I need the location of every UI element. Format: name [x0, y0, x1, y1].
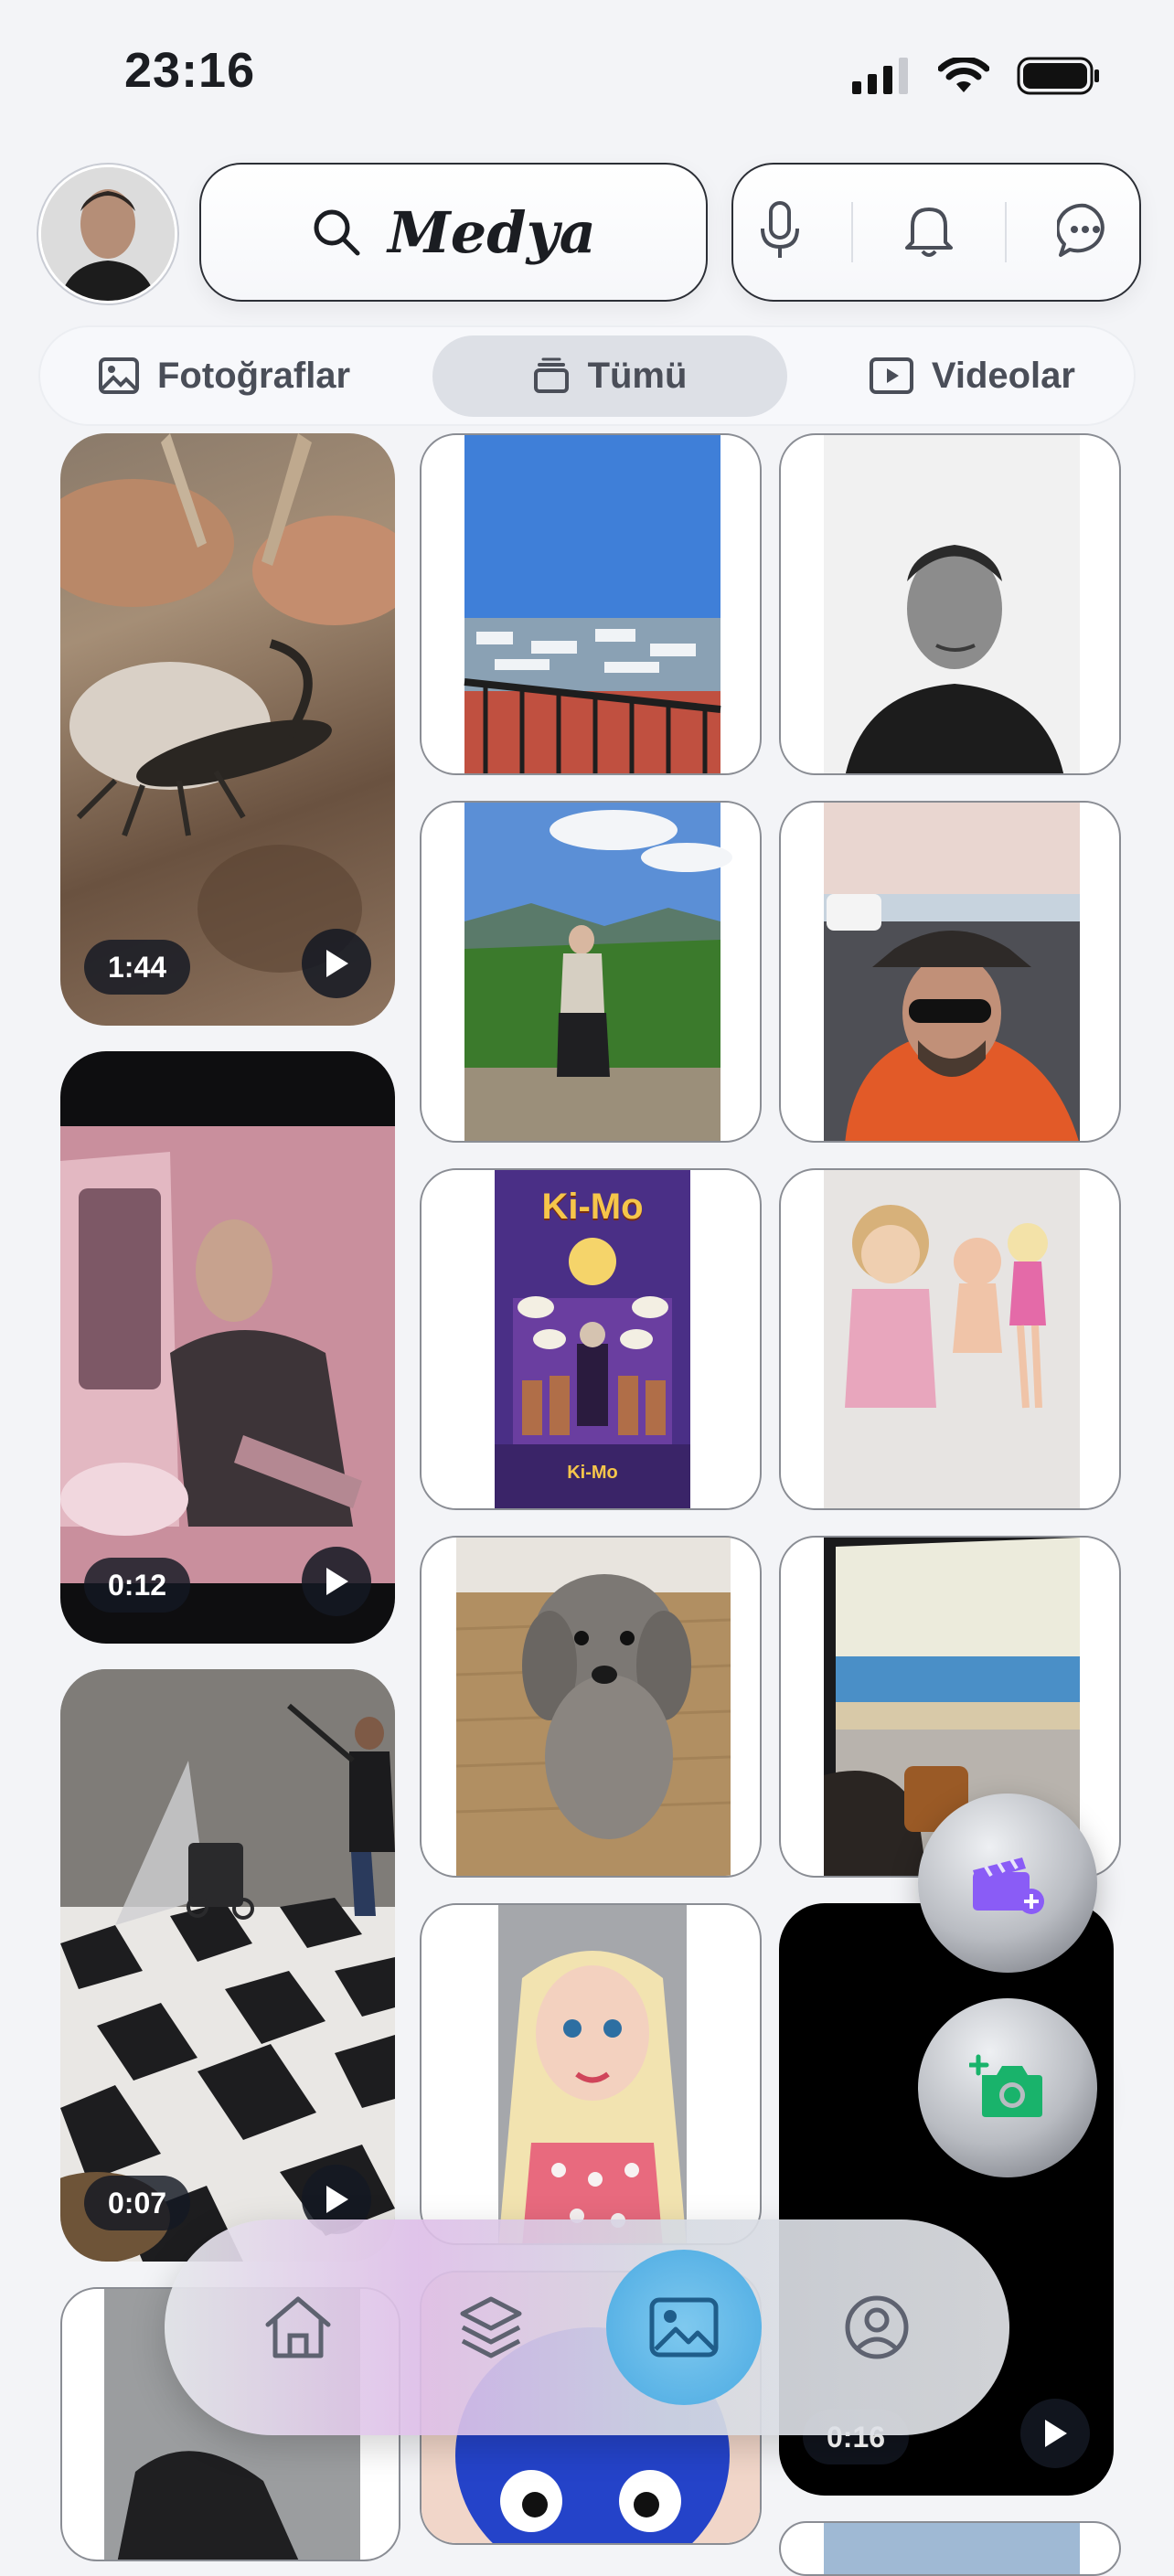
nav-profile[interactable] — [799, 2250, 955, 2405]
battery-icon — [1017, 57, 1099, 95]
bell-icon — [904, 207, 953, 257]
search-bar[interactable]: Medya — [199, 163, 708, 302]
microphone-icon — [760, 200, 799, 258]
photo-thumbnail — [464, 803, 732, 1141]
play-icon — [326, 1568, 348, 1595]
poster-footer: Ki-Mo — [567, 1463, 618, 1483]
header-actions — [731, 163, 1141, 302]
status-icons — [852, 57, 1101, 95]
create-video-button[interactable] — [918, 1794, 1097, 1973]
media-photo-tile[interactable] — [420, 1536, 762, 1878]
status-time: 23:16 — [124, 43, 256, 98]
media-video-tile[interactable]: 1:44 — [60, 433, 395, 1026]
play-button[interactable] — [1020, 2399, 1090, 2468]
tab-videos[interactable]: Videolar — [833, 337, 1112, 415]
divider — [1005, 202, 1008, 262]
photo-thumbnail — [824, 2523, 1080, 2574]
chat-bubble-icon — [1055, 203, 1105, 257]
play-button[interactable] — [302, 1547, 371, 1616]
tab-all[interactable]: Tümü — [432, 335, 788, 417]
search-icon — [314, 209, 360, 256]
nav-gallery[interactable] — [605, 2250, 762, 2405]
photo-thumbnail — [464, 435, 721, 773]
photo-thumbnail — [824, 1170, 1080, 1508]
play-icon — [326, 2186, 348, 2213]
media-photo-tile[interactable]: Ki-Mo Ki-Mo — [420, 1168, 762, 1510]
media-photo-tile[interactable] — [779, 1168, 1121, 1510]
media-video-tile[interactable]: 0:07 — [60, 1669, 395, 2262]
media-photo-tile[interactable] — [779, 801, 1121, 1143]
media-photo-tile[interactable] — [420, 801, 762, 1143]
play-icon — [326, 950, 348, 977]
photo-thumbnail — [824, 435, 1080, 773]
nav-home[interactable] — [220, 2250, 376, 2405]
avatar-photo — [41, 167, 175, 301]
photo-thumbnail — [455, 1538, 731, 1876]
home-icon — [265, 2296, 330, 2358]
video-duration: 0:07 — [84, 2176, 191, 2230]
add-camera-icon — [969, 2054, 1042, 2117]
gallery-icon — [649, 2297, 718, 2358]
clapperboard-add-icon — [973, 1857, 1044, 1914]
tab-all-label: Tümü — [587, 355, 688, 396]
play-icon — [1045, 2420, 1067, 2447]
tab-photos[interactable]: Fotoğraflar — [62, 337, 387, 415]
microphone-button[interactable] — [759, 200, 801, 264]
camera-button[interactable] — [918, 1998, 1097, 2177]
page-title: Medya — [388, 198, 596, 266]
profile-avatar[interactable] — [38, 165, 177, 303]
video-icon — [869, 357, 913, 394]
nav-collections[interactable] — [413, 2250, 569, 2405]
photo-thumbnail — [498, 1905, 687, 2243]
media-photo-tile[interactable] — [420, 433, 762, 775]
notifications-button[interactable] — [903, 202, 955, 263]
media-filter-tabs: Fotoğraflar Tümü Videolar — [38, 325, 1136, 426]
divider — [850, 202, 853, 262]
poster-title: Ki-Mo — [541, 1187, 644, 1227]
video-duration: 1:44 — [84, 940, 191, 995]
layers-icon — [460, 2296, 521, 2358]
play-button[interactable] — [302, 929, 371, 998]
media-video-tile[interactable]: 0:12 — [60, 1051, 395, 1644]
bottom-navigation — [165, 2219, 1009, 2435]
image-icon — [99, 357, 139, 394]
media-photo-tile[interactable] — [779, 433, 1121, 775]
stack-icon — [533, 357, 569, 393]
tab-photos-label: Fotoğraflar — [157, 355, 351, 396]
video-duration: 0:12 — [84, 1558, 191, 1613]
photo-thumbnail — [824, 803, 1080, 1141]
media-photo-tile[interactable] — [779, 2521, 1121, 2576]
wifi-icon — [938, 58, 989, 92]
messages-button[interactable] — [1055, 202, 1114, 263]
tab-videos-label: Videolar — [931, 355, 1075, 396]
cellular-signal-icon — [852, 58, 908, 94]
profile-icon — [845, 2295, 908, 2359]
media-photo-tile[interactable] — [420, 1903, 762, 2245]
